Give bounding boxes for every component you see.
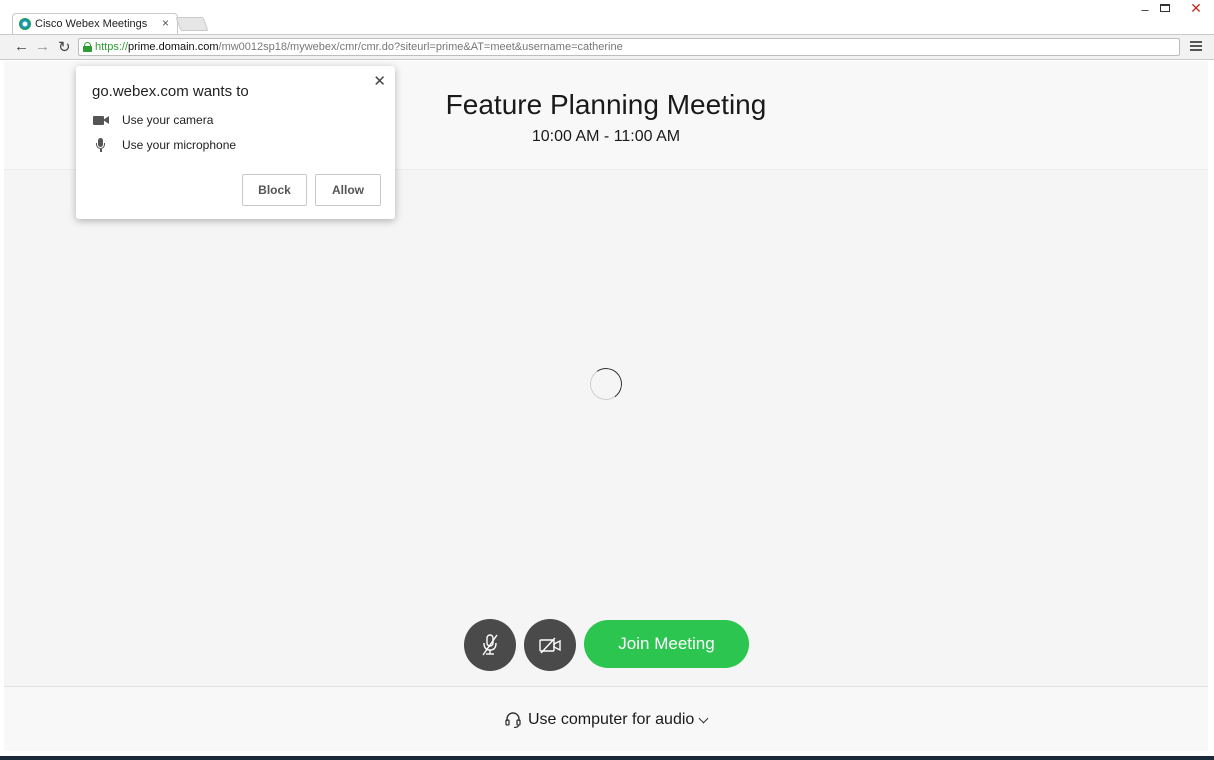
video-off-icon [539,637,561,654]
window-maximize-button[interactable] [1154,0,1176,18]
new-tab-button[interactable] [175,17,209,31]
tab-title: Cisco Webex Meetings [35,18,148,30]
browser-tab[interactable]: Cisco Webex Meetings × [12,13,178,35]
audio-option-dropdown[interactable]: Use computer for audio [504,709,709,731]
permission-title: go.webex.com wants to [92,83,249,100]
join-meeting-button[interactable]: Join Meeting [584,620,749,668]
forward-arrow-icon[interactable]: → [35,38,50,55]
webex-favicon-icon [19,18,31,30]
browser-menu-icon[interactable] [1190,41,1202,51]
back-arrow-icon[interactable]: ← [14,38,29,55]
reload-icon[interactable]: ↻ [58,38,71,56]
url-text: https://prime.domain.com/mw0012sp18/mywe… [95,41,623,53]
address-bar[interactable]: https://prime.domain.com/mw0012sp18/mywe… [78,38,1180,56]
audio-option-label: Use computer for audio [528,711,695,728]
video-toggle-button[interactable] [524,619,576,671]
allow-button[interactable]: Allow [315,174,381,206]
maximize-icon [1160,4,1170,12]
page-edge [1208,61,1214,756]
mute-button[interactable] [464,619,516,671]
microphone-permission-row: Use your microphone [93,137,236,153]
tab-close-icon[interactable]: × [162,16,169,30]
muted-microphone-icon [482,634,498,656]
camera-permission-row: Use your camera [93,112,213,128]
browser-toolbar: ← → ↻ https://prime.domain.com/mw0012sp1… [0,34,1214,60]
camera-icon [93,113,109,127]
audio-footer: Use computer for audio [4,686,1208,751]
close-icon[interactable]: ✕ [373,72,386,90]
lock-icon [83,42,92,52]
window-close-button[interactable]: ✕ [1178,0,1214,18]
taskbar-edge [0,756,1214,760]
camera-permission-label: Use your camera [122,113,214,127]
permission-popup: ✕ go.webex.com wants to Use your camera … [76,66,395,219]
chevron-down-icon [698,713,709,723]
microphone-icon [93,138,109,152]
window-minimize-button[interactable]: – [1134,2,1156,20]
loading-spinner-icon [587,365,625,403]
browser-title-bar: Cisco Webex Meetings × – ✕ [0,0,1214,35]
headset-icon [505,712,521,729]
block-button[interactable]: Block [242,174,307,206]
microphone-permission-label: Use your microphone [122,138,237,152]
